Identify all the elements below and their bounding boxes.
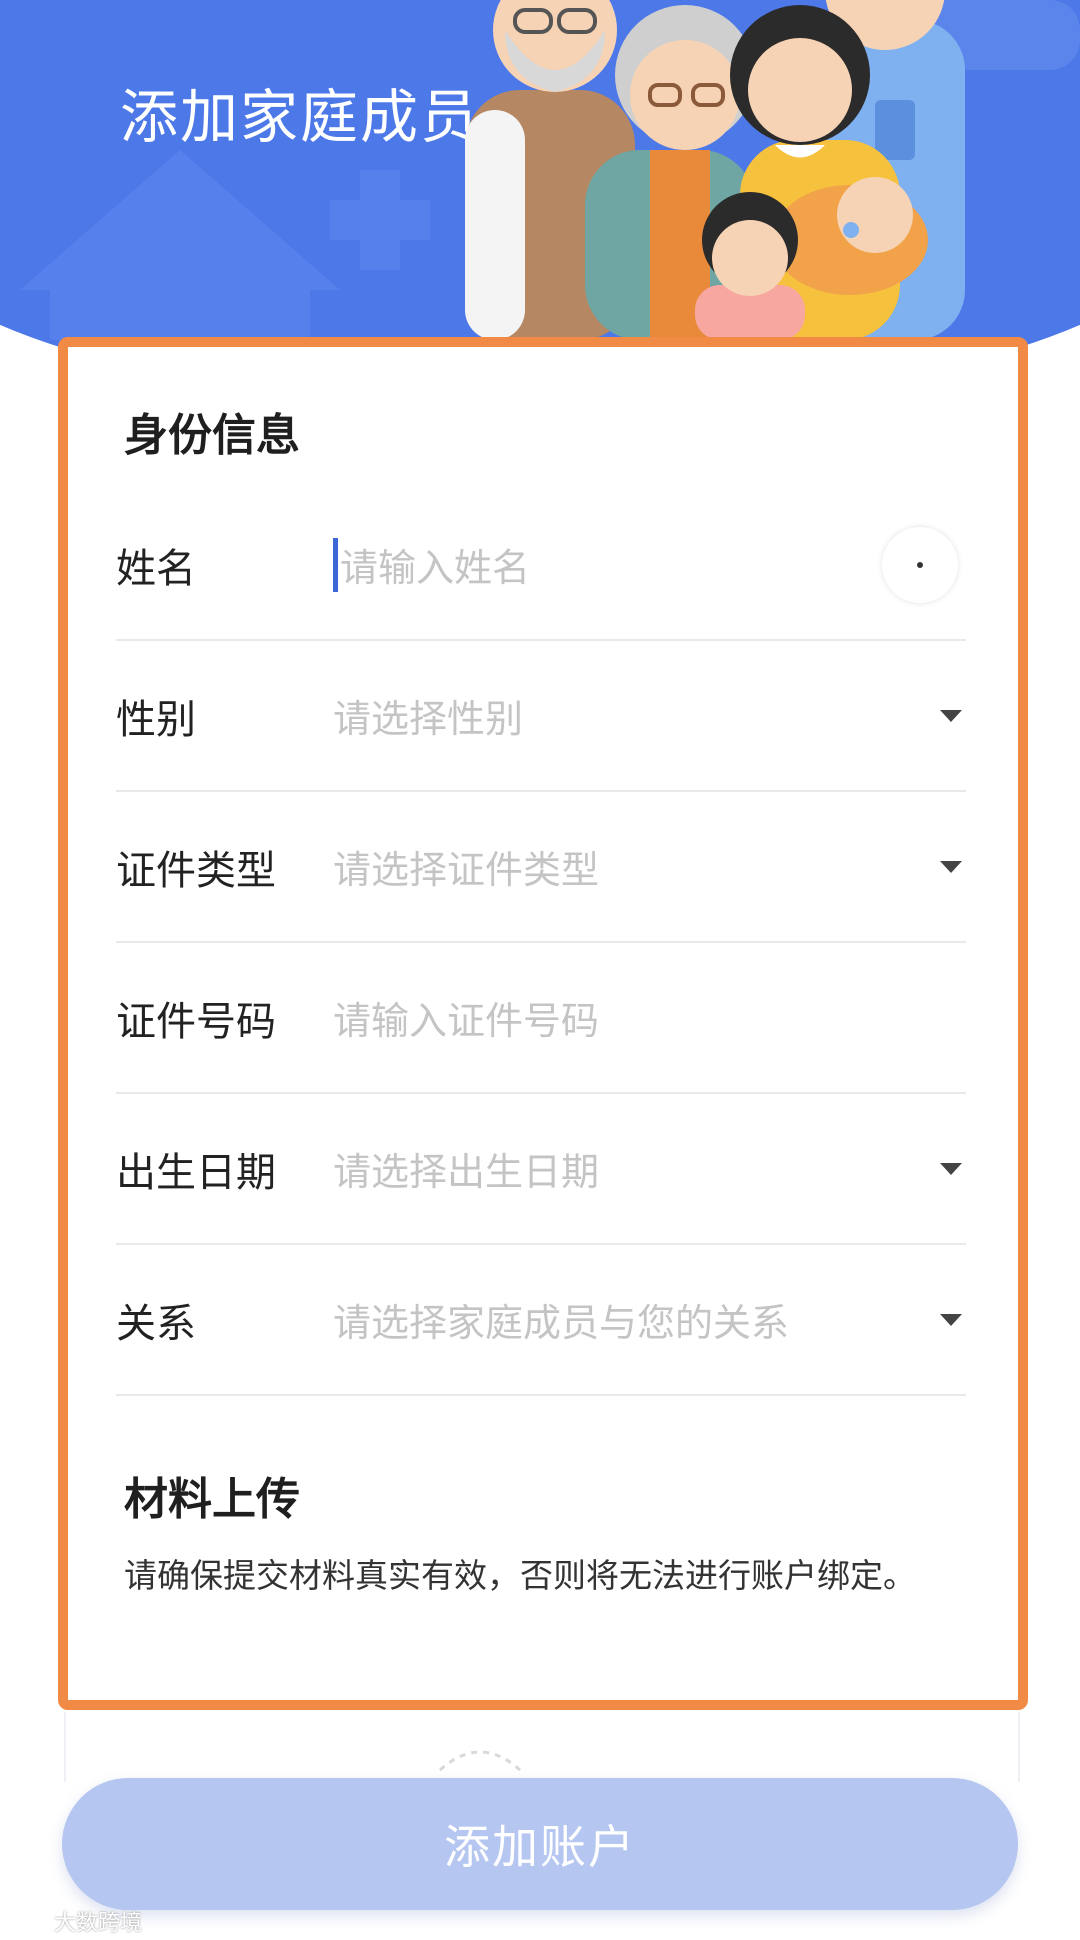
birth-date-label: 出生日期 [116, 1149, 276, 1196]
text-cursor [333, 537, 338, 592]
name-label: 姓名 [116, 545, 196, 592]
form-row-birth-date[interactable]: 出生日期 请选择出生日期 [116, 1094, 966, 1245]
dropdown-arrow-icon[interactable] [940, 1162, 962, 1175]
id-type-label: 证件类型 [116, 847, 276, 894]
upload-section-title: 材料上传 [124, 1474, 300, 1525]
name-placeholder: 请输入姓名 [340, 546, 531, 590]
dropdown-arrow-icon[interactable] [940, 1313, 962, 1326]
clear-input-icon[interactable] [882, 526, 958, 603]
dropdown-arrow-icon[interactable] [940, 860, 962, 873]
family-illustration [465, 0, 965, 340]
watermark-text: 大数跨境 [54, 1911, 143, 1936]
loading-spinner-icon [438, 1750, 522, 1772]
birth-date-select[interactable]: 请选择出生日期 [333, 1094, 893, 1243]
id-number-label: 证件号码 [116, 998, 276, 1045]
form-row-id-type[interactable]: 证件类型 请选择证件类型 [116, 792, 966, 943]
card-continuation [64, 1712, 1020, 1782]
id-type-select[interactable]: 请选择证件类型 [333, 792, 893, 941]
id-number-input[interactable]: 请输入证件号码 [333, 943, 893, 1092]
form-row-name: 姓名 请输入姓名 [116, 490, 966, 641]
name-input[interactable]: 请输入姓名 [333, 490, 893, 639]
form-row-gender[interactable]: 性别 请选择性别 [116, 641, 966, 792]
watermark-logo [15, 1912, 48, 1928]
dropdown-arrow-icon[interactable] [940, 709, 962, 722]
upload-note: 请确保提交材料真实有效，否则将无法进行账户绑定。 [124, 1556, 916, 1595]
relationship-label: 关系 [116, 1300, 196, 1347]
form-row-id-number: 证件号码 请输入证件号码 [116, 943, 966, 1094]
form-row-relationship[interactable]: 关系 请选择家庭成员与您的关系 [116, 1245, 966, 1396]
page-title: 添加家庭成员 [120, 83, 481, 151]
add-family-member-page: 添加家庭成员 身份信息 姓名 请输入姓名 性别 请选择性别 证件类型 请选择证件… [0, 0, 1080, 1940]
identity-section-title: 身份信息 [124, 410, 300, 461]
form-card: 身份信息 姓名 请输入姓名 性别 请选择性别 证件类型 请选择证件类型 证件号码… [58, 337, 1028, 1710]
add-account-button[interactable]: 添加账户 [62, 1778, 1018, 1910]
gender-select[interactable]: 请选择性别 [333, 641, 893, 790]
relationship-select[interactable]: 请选择家庭成员与您的关系 [333, 1245, 893, 1394]
gender-label: 性别 [116, 696, 196, 743]
watermark: 大数跨境 [14, 1905, 142, 1937]
